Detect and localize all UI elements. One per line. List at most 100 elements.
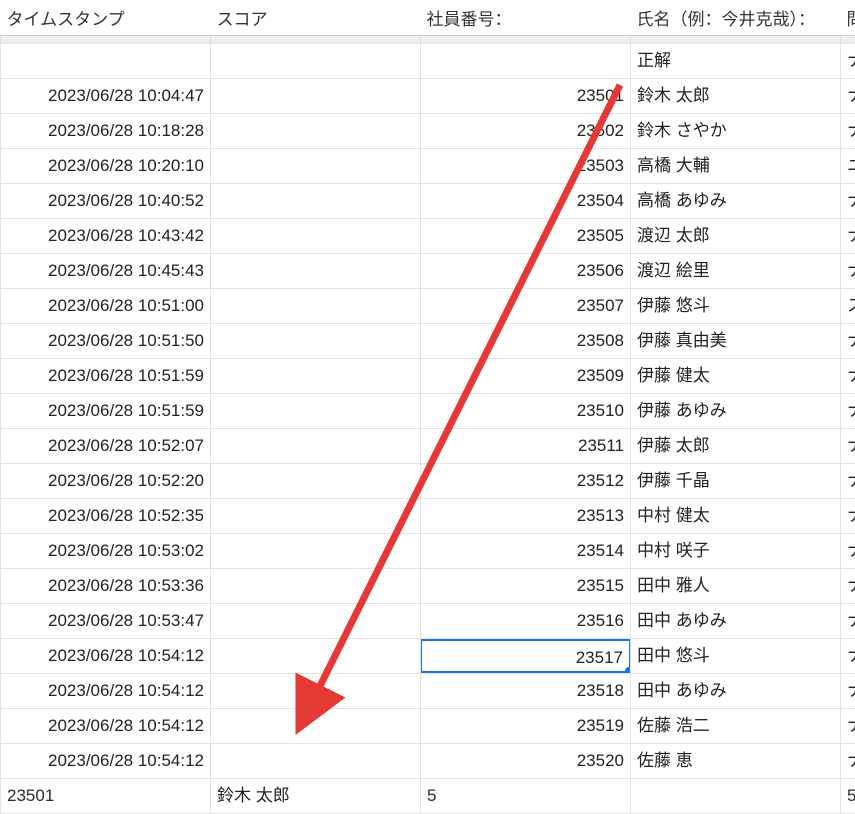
cell-extra[interactable]: ナ [841,744,855,779]
cell-extra[interactable]: ス [841,289,855,324]
cell-employee-id[interactable]: 23506 [421,254,631,289]
cell-name[interactable]: 中村 健太 [631,499,841,534]
cell-timestamp[interactable]: 2023/06/28 10:20:10 [1,149,211,184]
cell-employee-id[interactable]: 23513 [421,499,631,534]
table-row[interactable]: 2023/06/28 10:53:4723516田中 あゆみナ [1,604,855,639]
cell-extra[interactable]: ナ [841,394,855,429]
cell-timestamp[interactable]: 2023/06/28 10:51:00 [1,289,211,324]
cell[interactable]: 正解 [631,44,841,79]
cell-score[interactable] [211,744,421,779]
cell-employee-id[interactable]: 23512 [421,464,631,499]
cell-name[interactable]: 高橋 大輔 [631,149,841,184]
table-row[interactable]: 2023/06/28 10:51:50 23508伊藤 真由美ナ [1,324,855,359]
cell-name[interactable]: 田中 雅人 [631,569,841,604]
table-row[interactable]: 2023/06/28 10:54:1223518田中 あゆみナ [1,674,855,709]
cell-name[interactable]: 田中 悠斗 [631,639,841,674]
cell-extra[interactable]: ナ [841,604,855,639]
cell-extra[interactable]: ナ [841,639,855,674]
footer-cell-3[interactable]: 5 [421,779,631,814]
cell-score[interactable] [211,569,421,604]
cell-timestamp[interactable]: 2023/06/28 10:51:50 [1,324,211,359]
cell-timestamp[interactable]: 2023/06/28 10:54:12 [1,639,211,674]
cell-score[interactable] [211,114,421,149]
cell-extra[interactable]: ナ [841,499,855,534]
cell-employee-id[interactable]: 23508 [421,324,631,359]
cell-employee-id[interactable]: 23511 [421,429,631,464]
cell-name[interactable]: 鈴木 太郎 [631,79,841,114]
table-row[interactable]: 2023/06/28 10:53:0223514中村 咲子ナ [1,534,855,569]
answer-key-row[interactable]: 正解 ナ [1,44,855,79]
cell-timestamp[interactable]: 2023/06/28 10:54:12 [1,674,211,709]
cell-name[interactable]: 伊藤 悠斗 [631,289,841,324]
table-row[interactable]: 2023/06/28 10:04:4723501鈴木 太郎ナ [1,79,855,114]
cell-extra[interactable]: ナ [841,254,855,289]
cell-employee-id[interactable]: 23514 [421,534,631,569]
cell-name[interactable]: 伊藤 あゆみ [631,394,841,429]
table-row[interactable]: 2023/06/28 10:52:35 23513中村 健太ナ [1,499,855,534]
cell-name[interactable]: 田中 あゆみ [631,604,841,639]
table-row[interactable]: 2023/06/28 10:52:0723511伊藤 太郎ナ [1,429,855,464]
cell-extra[interactable]: ナ [841,324,855,359]
cell-timestamp[interactable]: 2023/06/28 10:53:47 [1,604,211,639]
cell-timestamp[interactable]: 2023/06/28 10:53:36 [1,569,211,604]
cell-extra[interactable]: ナ [841,359,855,394]
cell-name[interactable]: 伊藤 太郎 [631,429,841,464]
footer-cell-1[interactable]: 23501 [1,779,211,814]
cell-name[interactable]: 中村 咲子 [631,534,841,569]
cell-timestamp[interactable]: 2023/06/28 10:43:42 [1,219,211,254]
cell-name[interactable]: 佐藤 浩二 [631,709,841,744]
table-row[interactable]: 2023/06/28 10:54:1223520佐藤 恵ナ [1,744,855,779]
cell-score[interactable] [211,359,421,394]
cell-score[interactable] [211,219,421,254]
cell-timestamp[interactable]: 2023/06/28 10:54:12 [1,709,211,744]
cell-name[interactable]: 伊藤 健太 [631,359,841,394]
cell-employee-id[interactable]: 23517 [421,639,631,674]
cell-name[interactable]: 渡辺 絵里 [631,254,841,289]
footer-cell-5[interactable]: 5 [841,779,855,814]
cell-score[interactable] [211,254,421,289]
table-row[interactable]: 2023/06/28 10:40:5223504高橋 あゆみナ [1,184,855,219]
table-row[interactable]: 2023/06/28 10:51:5923509伊藤 健太ナ [1,359,855,394]
cell-score[interactable] [211,534,421,569]
cell-timestamp[interactable]: 2023/06/28 10:53:02 [1,534,211,569]
cell-score[interactable] [211,184,421,219]
footer-row[interactable]: 23501鈴木 太郎55 [1,779,855,814]
cell-employee-id[interactable]: 23515 [421,569,631,604]
cell-score[interactable] [211,674,421,709]
cell-timestamp[interactable]: 2023/06/28 10:52:20 [1,464,211,499]
cell-extra[interactable]: ナ [841,709,855,744]
cell-score[interactable] [211,604,421,639]
header-name[interactable]: 氏名（例：今井克哉）： [631,0,841,36]
cell-score[interactable] [211,639,421,674]
cell-employee-id[interactable]: 23503 [421,149,631,184]
cell-name[interactable]: 渡辺 太郎 [631,219,841,254]
cell-timestamp[interactable]: 2023/06/28 10:52:35 [1,499,211,534]
cell-score[interactable] [211,429,421,464]
cell-employee-id[interactable]: 23505 [421,219,631,254]
header-employee-id[interactable]: 社員番号： [421,0,631,36]
cell-timestamp[interactable]: 2023/06/28 10:51:59 [1,394,211,429]
cell-score[interactable] [211,464,421,499]
cell[interactable] [421,44,631,79]
table-row[interactable]: 2023/06/28 10:52:2023512伊藤 千晶ナ [1,464,855,499]
cell-score[interactable] [211,289,421,324]
cell[interactable] [1,44,211,79]
cell-timestamp[interactable]: 2023/06/28 10:18:28 [1,114,211,149]
header-score[interactable]: スコア [211,0,421,36]
table-row[interactable]: 2023/06/28 10:53:3623515田中 雅人ナ [1,569,855,604]
footer-cell-2[interactable]: 鈴木 太郎 [211,779,421,814]
spreadsheet-table[interactable]: タイムスタンプ スコア 社員番号： 氏名（例：今井克哉）： 問 正解 ナ 202… [0,0,855,814]
header-timestamp[interactable]: タイムスタンプ [1,0,211,36]
cell-employee-id[interactable]: 23519 [421,709,631,744]
cell[interactable]: ナ [841,44,855,79]
table-row[interactable]: 2023/06/28 10:54:12 23517田中 悠斗ナ [1,639,855,674]
footer-cell-4[interactable] [631,779,841,814]
cell-employee-id[interactable]: 23504 [421,184,631,219]
cell-extra[interactable]: ニ [841,149,855,184]
table-row[interactable]: 2023/06/28 10:18:2823502鈴木 さやかナ [1,114,855,149]
cell-timestamp[interactable]: 2023/06/28 10:45:43 [1,254,211,289]
cell-score[interactable] [211,79,421,114]
cell-extra[interactable]: ナ [841,114,855,149]
cell-timestamp[interactable]: 2023/06/28 10:51:59 [1,359,211,394]
cell-name[interactable]: 伊藤 真由美 [631,324,841,359]
